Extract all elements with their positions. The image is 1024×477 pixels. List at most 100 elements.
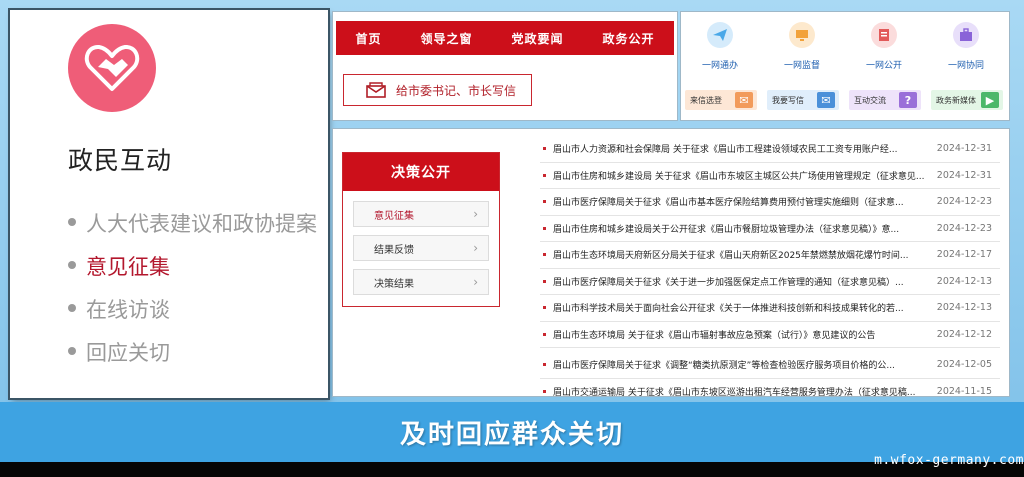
news-item[interactable]: 眉山市医疗保障局关于征求《眉山市基本医疗保险结算费用预付管理实施细则（征求意..… bbox=[540, 189, 1000, 216]
news-item[interactable]: 眉山市住房和城乡建设局关于公开征求《眉山市餐厨垃圾管理办法（征求意见稿）》意..… bbox=[540, 216, 1000, 242]
bullet-icon bbox=[543, 147, 546, 151]
watermark-text: m.wfox-germany.com bbox=[874, 453, 1024, 468]
bullet-icon bbox=[543, 363, 546, 367]
tile-label: 来信选登 bbox=[690, 95, 722, 105]
news-title[interactable]: 眉山市医疗保障局关于征求《眉山市基本医疗保险结算费用预付管理实施细则（征求意..… bbox=[553, 195, 933, 208]
bullet-icon bbox=[543, 226, 546, 230]
bullet-icon bbox=[543, 332, 546, 336]
quick-link-label: 一网协同 bbox=[947, 61, 984, 71]
nav-gov-affairs[interactable]: 政务公开 bbox=[602, 30, 654, 47]
news-title[interactable]: 眉山市人力资源和社会保障局 关于征求《眉山市工程建设领域农民工工资专用账户经..… bbox=[553, 142, 933, 155]
bullet-icon bbox=[543, 389, 546, 393]
nav-card: 首页 领导之窗 党政要闻 政务公开 给市委书记、市长写信 bbox=[333, 12, 677, 120]
side-panel-title: 决策公开 bbox=[343, 153, 499, 191]
caption-banner: 及时回应群众关切 bbox=[0, 402, 1024, 462]
interaction-menu-card: 政民互动 人大代表建议和政协提案 意见征集 在线访谈 回应关切 bbox=[10, 10, 328, 398]
bullet-icon bbox=[543, 253, 546, 257]
interaction-menu: 人大代表建议和政协提案 意见征集 在线访谈 回应关切 bbox=[68, 203, 317, 375]
section-title: 政民互动 bbox=[68, 146, 173, 175]
menu-item-proposals[interactable]: 人大代表建议和政协提案 bbox=[68, 203, 317, 246]
menu-item-label: 在线访谈 bbox=[86, 298, 170, 322]
news-title[interactable]: 眉山市生态环境局 关于征求《眉山市辐射事故应急预案（试行）》意见建议的公告 bbox=[553, 328, 933, 341]
side-item-feedback[interactable]: 结果反馈 › bbox=[353, 235, 489, 261]
write-letter-button[interactable]: 给市委书记、市长写信 bbox=[343, 74, 532, 106]
monitor-icon bbox=[789, 22, 815, 48]
letters-icon: ✉ bbox=[735, 92, 753, 108]
write-letter-label: 给市委书记、市长写信 bbox=[396, 83, 517, 98]
news-title[interactable]: 眉山市科学技术局关于面向社会公开征求《关于一体推进科技创新和科技成果转化的若..… bbox=[553, 301, 933, 314]
handshake-heart-icon bbox=[68, 24, 156, 112]
menu-item-online-interview[interactable]: 在线访谈 bbox=[68, 289, 317, 332]
chevron-right-icon: › bbox=[473, 207, 478, 221]
menu-item-label: 人大代表建议和政协提案 bbox=[86, 212, 317, 236]
news-date: 2024-12-23 bbox=[936, 222, 992, 234]
news-title[interactable]: 眉山市医疗保障局关于征求《调整“糖类抗原测定”等检查检验医疗服务项目价格的公..… bbox=[553, 358, 933, 371]
news-date: 2024-11-15 bbox=[936, 385, 992, 397]
quick-link-open[interactable]: 一网公开 bbox=[849, 22, 919, 71]
news-title[interactable]: 眉山市医疗保障局关于征求《关于进一步加强医保定点工作管理的通知（征求意见稿）..… bbox=[553, 275, 933, 288]
news-title[interactable]: 眉山市住房和城乡建设局 关于征求《眉山市东坡区主城区公共广场使用管理规定（征求意… bbox=[553, 169, 933, 182]
bullet-icon bbox=[68, 347, 76, 355]
bullet-icon bbox=[68, 261, 76, 269]
news-list: 眉山市人力资源和社会保障局 关于征求《眉山市工程建设领域农民工工资专用账户经..… bbox=[540, 136, 1000, 405]
caption-text: 及时回应群众关切 bbox=[399, 419, 624, 450]
tile-label: 互动交流 bbox=[854, 95, 886, 105]
news-item[interactable]: 眉山市人力资源和社会保障局 关于征求《眉山市工程建设领域农民工工资专用账户经..… bbox=[540, 136, 1000, 163]
news-item[interactable]: 眉山市生态环境局天府新区分局关于征求《眉山天府新区2025年禁燃禁放烟花爆竹时间… bbox=[540, 242, 1000, 269]
nav-leaders[interactable]: 领导之窗 bbox=[420, 30, 472, 47]
envelope-icon: ✉ bbox=[817, 92, 835, 108]
side-item-opinion[interactable]: 意见征集 › bbox=[353, 201, 489, 227]
side-item-result[interactable]: 决策结果 › bbox=[353, 269, 489, 295]
side-item-label: 决策结果 bbox=[374, 278, 414, 290]
tile-interaction[interactable]: 互动交流 ? bbox=[849, 90, 921, 110]
play-icon: ▶ bbox=[981, 92, 999, 108]
news-date: 2024-12-13 bbox=[936, 275, 992, 287]
quick-link-service[interactable]: 一网通办 bbox=[685, 22, 755, 71]
news-date: 2024-12-23 bbox=[936, 196, 992, 208]
decision-side-panel: 决策公开 意见征集 › 结果反馈 › 决策结果 › bbox=[342, 152, 500, 307]
nav-news[interactable]: 党政要闻 bbox=[511, 30, 563, 47]
bullet-icon bbox=[543, 173, 546, 177]
news-date: 2024-12-13 bbox=[936, 302, 992, 314]
tile-new-media[interactable]: 政务新媒体 ▶ bbox=[931, 90, 1003, 110]
quick-link-supervision[interactable]: 一网监督 bbox=[767, 22, 837, 71]
chevron-right-icon: › bbox=[473, 275, 478, 289]
menu-item-response[interactable]: 回应关切 bbox=[68, 332, 317, 375]
quick-link-collab[interactable]: 一网协同 bbox=[931, 22, 1001, 71]
tile-write-letter[interactable]: 我要写信 ✉ bbox=[767, 90, 839, 110]
quick-link-label: 一网通办 bbox=[701, 61, 738, 71]
question-icon: ? bbox=[899, 92, 917, 108]
news-date: 2024-12-17 bbox=[936, 249, 992, 261]
quick-links-card: 一网通办 一网监督 一网公开 一网协同 来信选登 ✉ 我要写信 ✉ 互动交流 ?… bbox=[681, 12, 1009, 120]
bullet-icon bbox=[68, 304, 76, 312]
news-item[interactable]: 眉山市医疗保障局关于征求《调整“糖类抗原测定”等检查检验医疗服务项目价格的公..… bbox=[540, 352, 1000, 379]
side-item-label: 结果反馈 bbox=[374, 244, 414, 256]
bottom-strip bbox=[0, 462, 1024, 477]
quick-link-label: 一网监督 bbox=[783, 61, 820, 71]
news-item[interactable]: 眉山市科学技术局关于面向社会公开征求《关于一体推进科技创新和科技成果转化的若..… bbox=[540, 295, 1000, 322]
news-title[interactable]: 眉山市生态环境局天府新区分局关于征求《眉山天府新区2025年禁燃禁放烟花爆竹时间… bbox=[553, 248, 933, 261]
news-title[interactable]: 眉山市交通运输局 关于征求《眉山市东坡区巡游出租汽车经营服务管理办法（征求意见稿… bbox=[553, 385, 933, 398]
quick-link-label: 一网公开 bbox=[865, 61, 902, 71]
menu-item-label: 回应关切 bbox=[86, 341, 170, 365]
briefcase-icon bbox=[953, 22, 979, 48]
news-item[interactable]: 眉山市生态环境局 关于征求《眉山市辐射事故应急预案（试行）》意见建议的公告 202… bbox=[540, 322, 1000, 348]
news-title[interactable]: 眉山市住房和城乡建设局关于公开征求《眉山市餐厨垃圾管理办法（征求意见稿）》意..… bbox=[553, 222, 933, 235]
news-item[interactable]: 眉山市住房和城乡建设局 关于征求《眉山市东坡区主城区公共广场使用管理规定（征求意… bbox=[540, 163, 1000, 189]
news-item[interactable]: 眉山市医疗保障局关于征求《关于进一步加强医保定点工作管理的通知（征求意见稿）..… bbox=[540, 269, 1000, 295]
nav-home[interactable]: 首页 bbox=[355, 30, 381, 47]
decision-card: 决策公开 意见征集 › 结果反馈 › 决策结果 › 眉山市人力资源和社会保障局 … bbox=[333, 129, 1009, 405]
tile-label: 我要写信 bbox=[772, 95, 804, 105]
envelope-icon bbox=[366, 82, 386, 98]
top-nav: 首页 领导之窗 党政要闻 政务公开 bbox=[336, 21, 674, 55]
tile-letters-selected[interactable]: 来信选登 ✉ bbox=[685, 90, 757, 110]
bullet-icon bbox=[68, 218, 76, 226]
chevron-right-icon: › bbox=[473, 241, 478, 255]
tile-label: 政务新媒体 bbox=[936, 95, 976, 105]
paper-plane-icon bbox=[707, 22, 733, 48]
document-icon bbox=[871, 22, 897, 48]
bullet-icon bbox=[543, 306, 546, 310]
menu-item-opinion-collection[interactable]: 意见征集 bbox=[68, 246, 317, 289]
bullet-icon bbox=[543, 200, 546, 204]
side-item-label: 意见征集 bbox=[374, 210, 414, 222]
